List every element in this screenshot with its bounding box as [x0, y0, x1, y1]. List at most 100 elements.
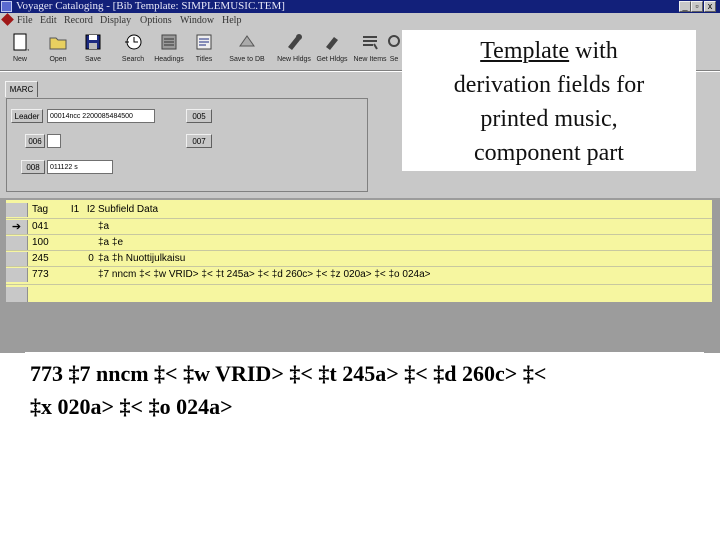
row-tag[interactable]: 245 [32, 252, 66, 266]
grid-divider [6, 250, 712, 251]
folder-icon [49, 37, 67, 50]
variable-fields-area: Tag I1 I2 Subfield Data ➔ 041 ‡a 100 ‡a … [0, 198, 720, 353]
field-773-line-2: ‡x 020a> ‡< ‡o 024a> [30, 394, 233, 419]
floppy-disk-icon [85, 34, 101, 50]
grid-divider [6, 218, 712, 219]
get-holdings-button[interactable]: Get Hldgs [312, 30, 352, 68]
table-row[interactable]: ➔ 041 ‡a [6, 220, 712, 234]
open-label: Open [49, 56, 67, 63]
row-subfield-data[interactable]: ‡7 nncm ‡< ‡w VRID> ‡< ‡t 245a> ‡< ‡d 26… [98, 268, 430, 282]
get-holdings-label: Get Hldgs [316, 56, 348, 63]
header-subfield-data: Subfield Data [98, 204, 159, 215]
template-callout: Template with derivation fields for prin… [402, 30, 696, 171]
new-label: New [12, 56, 27, 63]
search-clock-icon [125, 34, 142, 50]
row-i2[interactable]: 0 [84, 252, 98, 266]
new-items-button[interactable]: New Items [350, 30, 390, 68]
header-i2: I2 [86, 204, 96, 215]
titles-icon [196, 34, 212, 50]
callout-line-4: component part [474, 140, 624, 166]
empty-row-marker [6, 287, 28, 302]
more-toolbar-label: Se [389, 56, 399, 63]
menu-edit[interactable]: Edit [40, 13, 57, 28]
save-label: Save [85, 56, 101, 63]
save-to-db-button[interactable]: Save to DB [227, 30, 267, 68]
titles-label: Titles [195, 56, 213, 63]
row-tag[interactable]: 100 [32, 236, 66, 250]
grid-divider [6, 284, 712, 285]
field-005-button[interactable]: 005 [186, 109, 212, 123]
new-items-icon [363, 36, 378, 50]
menu-window[interactable]: Window [180, 13, 214, 28]
menu-options[interactable]: Options [140, 13, 172, 28]
table-row[interactable]: 100 ‡a ‡e [6, 236, 712, 250]
field-006-value[interactable] [47, 134, 61, 148]
window-title: Voyager Cataloging - [Bib Template: SIMP… [16, 0, 285, 12]
menu-record[interactable]: Record [64, 13, 93, 28]
header-tag: Tag [32, 204, 49, 215]
variable-fields-grid: Tag I1 I2 Subfield Data ➔ 041 ‡a 100 ‡a … [6, 200, 712, 302]
menu-bar: File Edit Record Display Options Window … [0, 13, 720, 28]
get-holdings-icon [326, 37, 338, 50]
more-toolbar-button[interactable]: Se [385, 30, 403, 68]
row-marker [6, 268, 28, 282]
open-button[interactable]: Open [38, 30, 78, 68]
restore-button[interactable]: ▫ [691, 1, 703, 12]
close-button[interactable]: x [704, 1, 716, 12]
new-items-label: New Items [353, 56, 387, 63]
field-007-button[interactable]: 007 [186, 134, 212, 148]
header-marker [6, 203, 28, 217]
field-773-line-1: 773 ‡7 nncm ‡< ‡w VRID> ‡< ‡t 245a> ‡< ‡… [30, 361, 547, 386]
menu-help[interactable]: Help [222, 13, 241, 28]
new-button[interactable]: , New [0, 30, 40, 68]
save-db-icon [239, 35, 255, 47]
callout-line-1: Template with [402, 34, 696, 68]
new-holdings-button[interactable]: New Hldgs [274, 30, 314, 68]
search-label: Search [121, 56, 145, 63]
marc-fixed-fields-panel: Leader 00014ncc 2200085484500 005 006 00… [6, 98, 368, 192]
leader-button[interactable]: Leader [11, 109, 43, 123]
titles-button[interactable]: Titles [184, 30, 224, 68]
minimize-button[interactable]: _ [679, 1, 691, 12]
document-menu-icon[interactable] [1, 13, 14, 26]
row-marker [6, 252, 28, 266]
svg-text:,: , [27, 43, 29, 52]
tab-marc[interactable]: MARC [5, 81, 38, 97]
search-button[interactable]: Search [113, 30, 153, 68]
menu-display[interactable]: Display [100, 13, 131, 28]
row-tag[interactable]: 041 [32, 220, 66, 234]
field-006-button[interactable]: 006 [25, 134, 45, 148]
field-008-button[interactable]: 008 [21, 160, 45, 174]
grid-header: Tag I1 I2 Subfield Data [6, 203, 712, 217]
grid-divider [6, 234, 712, 235]
field-008-value[interactable]: 011122 s [47, 160, 113, 174]
current-row-arrow-icon: ➔ [6, 220, 28, 234]
grid-divider [6, 266, 712, 267]
headings-icon [161, 34, 177, 50]
leader-field[interactable]: 00014ncc 2200085484500 [47, 109, 155, 123]
header-i1: I1 [70, 204, 80, 215]
menu-file[interactable]: File [17, 13, 33, 28]
save-to-db-label: Save to DB [229, 56, 265, 63]
row-subfield-data[interactable]: ‡a ‡e [98, 236, 123, 250]
new-holdings-label: New Hldgs [277, 56, 311, 63]
row-marker [6, 236, 28, 250]
search-icon [388, 35, 400, 47]
table-row[interactable]: 245 0 ‡a ‡h Nuottijulkaisu [6, 252, 712, 266]
new-holdings-icon [288, 34, 302, 50]
callout-template-word: Template [480, 38, 570, 64]
new-document-icon: , [13, 33, 29, 52]
row-tag[interactable]: 773 [32, 268, 66, 282]
field-773-annotation: 773 ‡7 nncm ‡< ‡w VRID> ‡< ‡t 245a> ‡< ‡… [30, 357, 710, 423]
callout-line-2: derivation fields for [453, 72, 645, 98]
row-subfield-data[interactable]: ‡a ‡h Nuottijulkaisu [98, 252, 185, 266]
title-bar: Voyager Cataloging - [Bib Template: SIMP… [0, 0, 720, 13]
callout-line-1-rest: with [569, 38, 618, 64]
row-subfield-data[interactable]: ‡a [98, 220, 109, 234]
save-button[interactable]: Save [73, 30, 113, 68]
app-icon [1, 1, 12, 12]
callout-line-3: printed music, [480, 106, 618, 132]
headings-button[interactable]: Headings [149, 30, 189, 68]
table-row[interactable]: 773 ‡7 nncm ‡< ‡w VRID> ‡< ‡t 245a> ‡< ‡… [6, 268, 712, 282]
headings-label: Headings [154, 56, 184, 63]
